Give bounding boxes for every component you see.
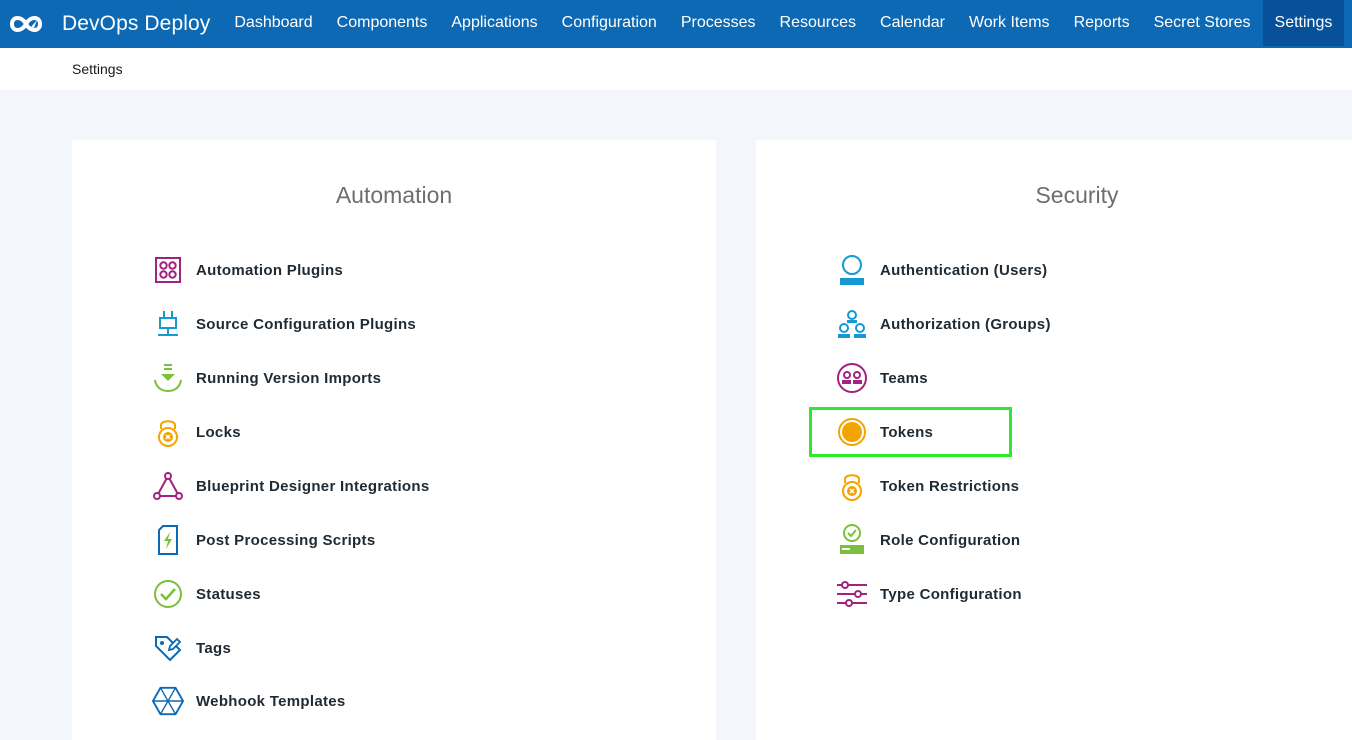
role-configuration-label: Role Configuration: [880, 531, 1021, 549]
blueprint-designer-integrations-label: Blueprint Designer Integrations: [196, 477, 430, 495]
infinity-rocket-logo-icon: [4, 2, 48, 46]
tokens-highlight-box: [809, 407, 1012, 457]
team-icon: [836, 362, 868, 394]
token-restrictions-link[interactable]: Token Restrictions: [836, 470, 1019, 502]
nav-item-resources[interactable]: Resources: [768, 0, 868, 46]
teams-label: Teams: [880, 369, 928, 387]
nav-item-settings[interactable]: Settings: [1262, 0, 1345, 46]
post-processing-scripts-link[interactable]: Post Processing Scripts: [152, 524, 375, 556]
locks-link[interactable]: Locks: [152, 416, 241, 448]
hexagon-web-icon: [152, 685, 184, 717]
nav-menu: Dashboard Components Applications Config…: [222, 0, 1345, 48]
nav-item-processes[interactable]: Processes: [669, 0, 768, 46]
nav-item-applications[interactable]: Applications: [439, 0, 549, 46]
automation-plugins-link[interactable]: Automation Plugins: [152, 254, 343, 286]
automation-plugins-label: Automation Plugins: [196, 261, 344, 279]
lock-icon: [836, 470, 868, 502]
triangle-nodes-icon: [152, 470, 184, 502]
blueprint-designer-integrations-link[interactable]: Blueprint Designer Integrations: [152, 470, 430, 502]
breadcrumb: Settings: [72, 61, 123, 77]
running-version-imports-label: Running Version Imports: [196, 369, 382, 387]
check-circle-icon: [152, 578, 184, 610]
sliders-icon: [836, 578, 868, 610]
post-processing-scripts-label: Post Processing Scripts: [196, 531, 376, 549]
tags-label: Tags: [196, 639, 232, 657]
authorization-groups-link[interactable]: Authorization (Groups): [836, 308, 1051, 340]
nav-item-dashboard[interactable]: Dashboard: [222, 0, 324, 46]
type-configuration-link[interactable]: Type Configuration: [836, 578, 1022, 610]
tag-edit-icon: [152, 632, 184, 664]
authentication-users-label: Authentication (Users): [880, 261, 1048, 279]
plug-icon: [152, 308, 184, 340]
statuses-label: Statuses: [196, 585, 261, 603]
lock-icon: [152, 416, 184, 448]
nav-item-work-items[interactable]: Work Items: [957, 0, 1062, 46]
download-import-icon: [152, 362, 184, 394]
nav-item-components[interactable]: Components: [325, 0, 440, 46]
nav-item-reports[interactable]: Reports: [1062, 0, 1142, 46]
security-title: Security: [1035, 182, 1119, 208]
running-version-imports-link[interactable]: Running Version Imports: [152, 362, 381, 394]
top-nav-bar: DevOps Deploy Dashboard Components Appli…: [0, 0, 1352, 48]
app-name: DevOps Deploy: [62, 12, 211, 35]
nav-item-configuration[interactable]: Configuration: [550, 0, 669, 46]
nav-item-calendar[interactable]: Calendar: [868, 0, 957, 46]
role-check-icon: [836, 524, 868, 556]
locks-label: Locks: [196, 423, 241, 441]
teams-link[interactable]: Teams: [836, 362, 928, 394]
type-configuration-label: Type Configuration: [880, 585, 1022, 603]
webhook-templates-label: Webhook Templates: [196, 692, 346, 710]
authorization-groups-label: Authorization (Groups): [880, 315, 1051, 333]
brand-home-link[interactable]: DevOps Deploy: [0, 0, 222, 48]
plugin-grid-icon: [152, 254, 184, 286]
statuses-link[interactable]: Statuses: [152, 578, 261, 610]
source-configuration-plugins-link[interactable]: Source Configuration Plugins: [152, 308, 416, 340]
automation-panel: Automation Automation Plugins Source Con…: [72, 140, 716, 740]
tags-link[interactable]: Tags: [152, 632, 231, 664]
webhook-templates-link[interactable]: Webhook Templates: [152, 685, 346, 717]
script-bolt-icon: [152, 524, 184, 556]
authentication-users-link[interactable]: Authentication (Users): [836, 254, 1047, 286]
automation-title: Automation: [335, 182, 453, 208]
role-configuration-link[interactable]: Role Configuration: [836, 524, 1020, 556]
token-restrictions-label: Token Restrictions: [880, 477, 1020, 495]
user-icon: [836, 254, 868, 286]
source-configuration-plugins-label: Source Configuration Plugins: [196, 315, 417, 333]
group-icon: [836, 308, 868, 340]
nav-item-secret-stores[interactable]: Secret Stores: [1142, 0, 1263, 46]
breadcrumb-bar: Settings: [0, 48, 1352, 90]
